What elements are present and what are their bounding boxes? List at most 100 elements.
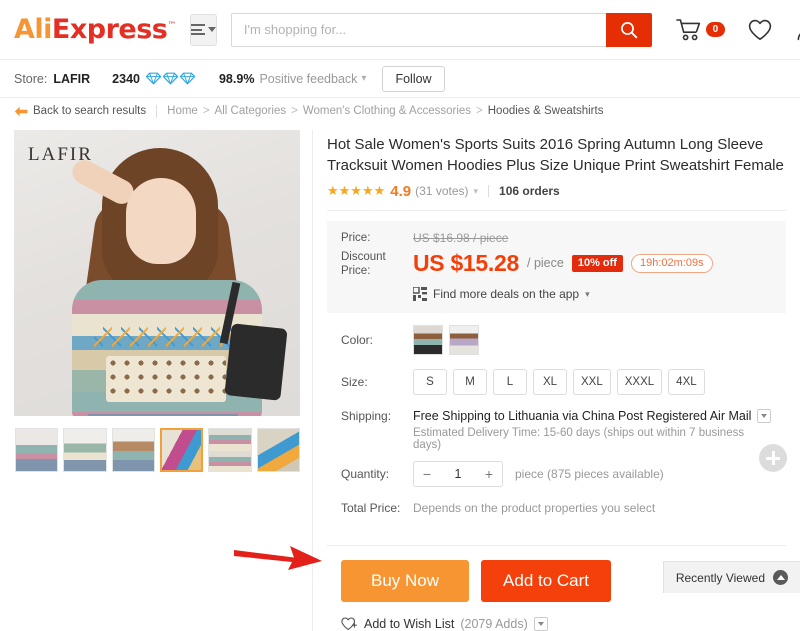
color-row: Color:: [341, 325, 772, 356]
search-input[interactable]: [230, 12, 606, 47]
find-deals-on-app-link[interactable]: Find more deals on the app ▾: [413, 287, 772, 302]
size-option-xl[interactable]: XL: [533, 369, 567, 396]
back-to-search-results-link[interactable]: Back to search results: [14, 105, 146, 117]
original-price-row: Price: US $16.98 / piece: [341, 231, 772, 246]
search-button[interactable]: [605, 12, 652, 47]
color-swatch-list: [413, 325, 479, 356]
size-option-4xl[interactable]: 4XL: [668, 369, 705, 396]
back-link-label: Back to search results: [33, 105, 147, 117]
thumbnail-4[interactable]: [159, 428, 204, 472]
thumbnail-image: [257, 429, 299, 471]
breadcrumb-separator: >: [476, 105, 483, 117]
diamond-icon: [145, 72, 161, 85]
quantity-input[interactable]: [440, 466, 476, 483]
discount-price-row: Discount Price: US $15.28 / piece 10% of…: [341, 250, 772, 280]
product-info: Hot Sale Women's Sports Suits 2016 Sprin…: [312, 130, 786, 631]
caret-down-icon: ▾: [585, 288, 590, 299]
chevron-down-icon: [537, 621, 544, 626]
size-option-s[interactable]: S: [413, 369, 447, 396]
breadcrumb-divider: [156, 104, 158, 118]
star-rating-icon: ★★★★★: [327, 183, 386, 199]
quantity-row: Quantity: − + piece (875 pieces availabl…: [341, 461, 772, 488]
price-unit: / piece: [527, 256, 564, 271]
stock-availability: piece (875 pieces available): [515, 467, 664, 482]
wish-list-label: Add to Wish List: [364, 616, 455, 631]
shipping-details: Free Shipping to Lithuania via China Pos…: [413, 409, 772, 451]
store-watermark: LAFIR: [28, 144, 93, 165]
diamond-icon: [162, 72, 178, 85]
breadcrumb-item-womens-clothing[interactable]: Women's Clothing & Accessories: [303, 105, 471, 117]
size-option-list: S M L XL XXL XXXL 4XL: [413, 369, 705, 396]
product-gallery: LAFIR: [14, 130, 300, 631]
breadcrumb-item-hoodies-sweatshirts[interactable]: Hoodies & Sweatshirts: [488, 105, 604, 117]
account-button[interactable]: [795, 18, 800, 42]
qr-code-icon: [413, 287, 427, 302]
discount-price-line: US $15.28 / piece 10% off 19h:02m:09s: [413, 250, 713, 277]
thumbnail-3[interactable]: [111, 428, 155, 472]
size-row: Size: S M L XL XXL XXXL 4XL: [341, 369, 772, 396]
add-to-cart-button[interactable]: Add to Cart: [481, 560, 612, 603]
back-arrow-icon: [14, 106, 28, 116]
wish-list-dropdown-button[interactable]: [533, 616, 548, 631]
diamond-icon: [179, 72, 195, 85]
shipping-dropdown-button[interactable]: [757, 409, 772, 424]
model-jeans: [88, 414, 238, 416]
delivery-estimate: Estimated Delivery Time: 15-60 days (shi…: [413, 427, 745, 452]
chevron-down-icon[interactable]: ▾: [474, 186, 479, 197]
orders-count[interactable]: 106 orders: [499, 184, 560, 198]
positive-feedback-percent: 98.9%: [218, 71, 255, 86]
size-option-l[interactable]: L: [493, 369, 527, 396]
recently-viewed-label: Recently Viewed: [675, 570, 765, 585]
breadcrumb-item-all-categories[interactable]: All Categories: [215, 105, 287, 117]
shipping-method-text: Free Shipping to Lithuania via China Pos…: [413, 409, 752, 424]
thumbnail-image: [16, 429, 58, 471]
color-option-2[interactable]: [449, 325, 479, 356]
size-option-xxxl[interactable]: XXXL: [616, 369, 663, 396]
thumbnail-5[interactable]: [208, 428, 252, 472]
aliexpress-logo[interactable]: AliExpress™: [14, 14, 176, 45]
total-price-label: Total Price:: [341, 501, 401, 516]
original-price: US $16.98 / piece: [413, 230, 509, 245]
breadcrumb-item-home[interactable]: Home: [167, 105, 198, 117]
deal-countdown-timer: 19h:02m:09s: [630, 253, 713, 273]
add-to-wish-list-button[interactable]: Add to Wish List (2079 Adds): [341, 616, 772, 631]
recently-viewed-panel[interactable]: Recently Viewed: [662, 561, 800, 593]
buy-now-button[interactable]: Buy Now: [341, 560, 470, 603]
votes-count[interactable]: (31 votes): [415, 184, 468, 198]
thumbnail-2[interactable]: [63, 428, 107, 472]
size-option-xxl[interactable]: XXL: [573, 369, 611, 396]
wish-list-count: (2079 Adds): [460, 616, 528, 631]
size-option-m[interactable]: M: [453, 369, 487, 396]
color-option-1[interactable]: [413, 325, 443, 356]
chevron-up-icon[interactable]: [773, 570, 788, 585]
site-header: AliExpress™ 0: [0, 0, 800, 60]
price-block: Price: US $16.98 / piece Discount Price:…: [327, 220, 786, 314]
heart-plus-icon: [341, 617, 357, 631]
thumbnail-image: [162, 430, 202, 470]
store-name[interactable]: LAFIR: [53, 72, 90, 86]
chevron-down-icon[interactable]: ▾: [361, 73, 366, 84]
heart-icon: [748, 19, 772, 40]
follow-store-button[interactable]: Follow: [382, 65, 445, 92]
quantity-label: Quantity:: [341, 467, 390, 482]
wishlist-button[interactable]: [747, 18, 773, 42]
main-product-image[interactable]: LAFIR: [14, 130, 300, 416]
cart-button[interactable]: 0: [676, 18, 725, 42]
quantity-decrease-button[interactable]: −: [414, 462, 440, 487]
thumbnail-6[interactable]: [256, 428, 300, 472]
shipping-row: Shipping: Free Shipping to Lithuania via…: [341, 409, 772, 451]
expand-panel-button[interactable]: [759, 444, 787, 472]
breadcrumb: Back to search results Home > All Catego…: [0, 98, 800, 124]
search-icon: [620, 21, 638, 38]
product-main: LAFIR Hot Sale Women's Sports Suits 2016…: [0, 124, 800, 631]
thumbnail-1[interactable]: [15, 428, 59, 472]
chevron-down-icon: [761, 414, 768, 419]
total-price-row: Total Price: Depends on the product prop…: [341, 501, 772, 515]
shipping-method[interactable]: Free Shipping to Lithuania via China Pos…: [413, 409, 772, 424]
quantity-increase-button[interactable]: +: [476, 462, 502, 487]
product-options: Color: Size: S M L XL XXL XXXL 4XL Shipp…: [327, 313, 786, 531]
page-title: Hot Sale Women's Sports Suits 2016 Sprin…: [327, 136, 784, 175]
categories-menu-button[interactable]: [189, 13, 217, 46]
thumbnail-image: [64, 429, 106, 471]
logo-ali-text: Ali: [14, 14, 52, 45]
